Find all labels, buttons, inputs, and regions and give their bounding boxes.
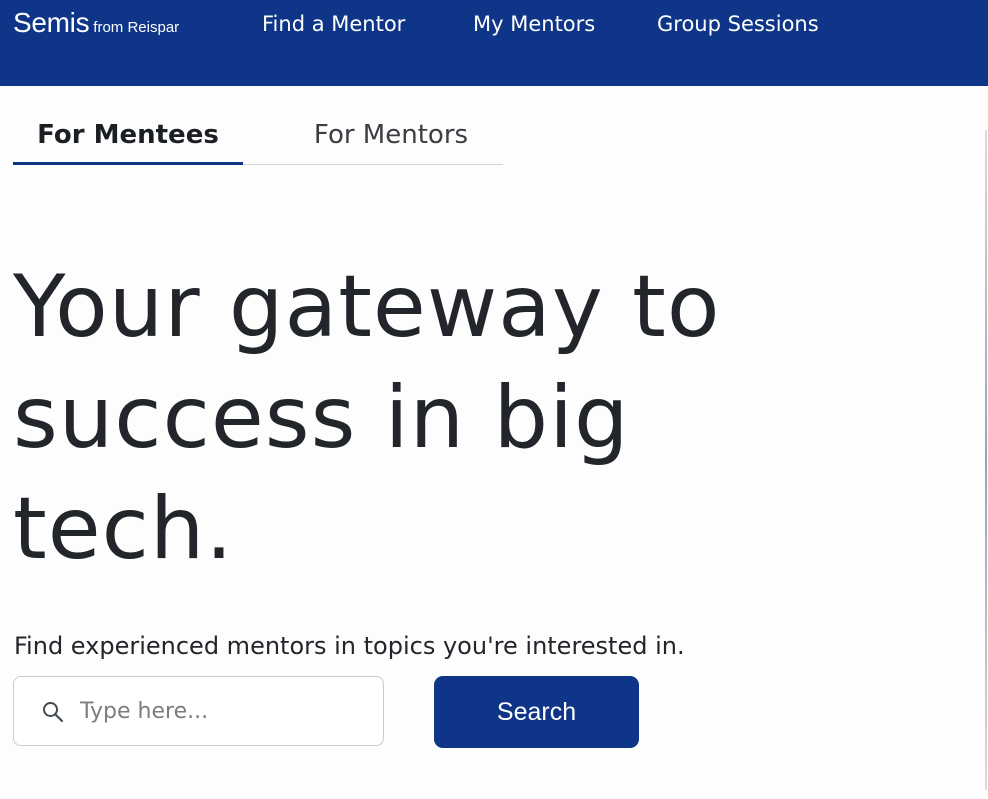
- search-button[interactable]: Search: [434, 676, 639, 748]
- search-box[interactable]: [13, 676, 384, 746]
- scrollbar-edge: [985, 130, 987, 790]
- nav-group-sessions[interactable]: Group Sessions: [657, 12, 819, 36]
- search-subtitle: Find experienced mentors in topics you'r…: [14, 632, 685, 660]
- search-input[interactable]: [80, 691, 370, 731]
- search-icon: [43, 702, 64, 723]
- nav-find-a-mentor[interactable]: Find a Mentor: [262, 12, 405, 36]
- brand-logo[interactable]: Semis from Reispar: [13, 7, 179, 39]
- tab-for-mentees[interactable]: For Mentees: [13, 120, 243, 165]
- brand-subtitle: from Reispar: [93, 19, 180, 36]
- nav-my-mentors[interactable]: My Mentors: [473, 12, 595, 36]
- brand-name: Semis: [13, 7, 90, 38]
- audience-tabs: For Mentees For Mentors: [13, 120, 503, 165]
- tab-for-mentors[interactable]: For Mentors: [275, 120, 507, 162]
- hero-title: Your gateway to success in big tech.: [13, 257, 721, 579]
- top-navbar: Semis from Reispar Find a Mentor My Mento…: [0, 0, 988, 86]
